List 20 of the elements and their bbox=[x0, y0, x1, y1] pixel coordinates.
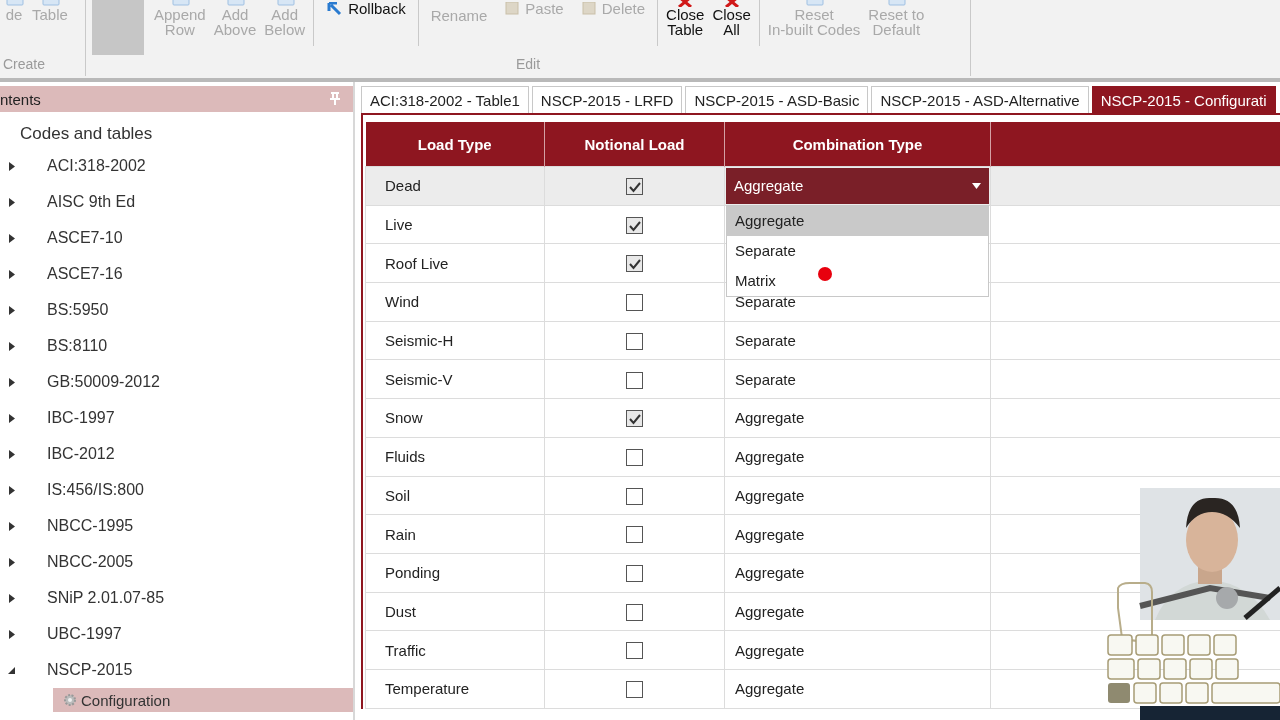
table-cell: Snow bbox=[365, 398, 545, 438]
table-cell: Live bbox=[365, 205, 545, 244]
table-cell: Ponding bbox=[365, 553, 545, 593]
group-label: Create bbox=[2, 56, 47, 74]
table-cell: Seismic-V bbox=[365, 359, 545, 399]
column-header: Combination Type bbox=[724, 122, 991, 167]
panel-title: ntents bbox=[0, 90, 41, 108]
column-header: Notional Load bbox=[544, 122, 725, 167]
table-cell: Roof Live bbox=[365, 243, 545, 283]
table-cell: Traffic bbox=[365, 630, 545, 670]
table-cell: Rain bbox=[365, 514, 545, 554]
table-cell: Fluids bbox=[365, 437, 545, 476]
group-label: Edit bbox=[514, 56, 542, 74]
table-cell: Dust bbox=[365, 592, 545, 631]
column-header: Load Type bbox=[365, 122, 545, 167]
table-cell: Soil bbox=[365, 476, 545, 515]
table-cell: Temperature bbox=[365, 669, 545, 709]
table-cell: Wind bbox=[365, 282, 545, 322]
table-cell: Dead bbox=[365, 166, 545, 206]
table-cell: Seismic-H bbox=[365, 321, 545, 360]
